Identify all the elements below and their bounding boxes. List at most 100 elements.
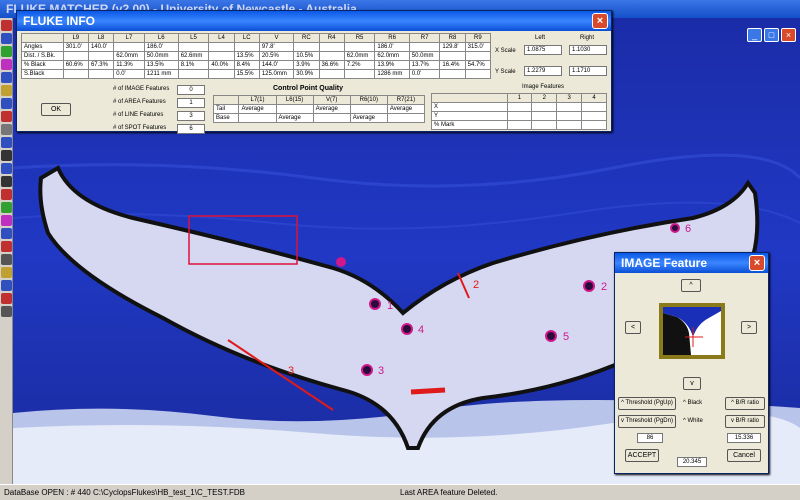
measure-cell: 36.6% — [318, 60, 345, 70]
measure-cell — [208, 51, 235, 61]
move-left-button[interactable]: < — [625, 321, 641, 334]
tool-button-1[interactable] — [1, 20, 12, 31]
tool-button-2[interactable] — [1, 33, 12, 44]
minimize-icon[interactable]: _ — [747, 28, 762, 42]
tool-button-6[interactable] — [1, 85, 12, 96]
move-down-button[interactable]: v — [683, 377, 701, 390]
tool-button-15[interactable] — [1, 202, 12, 213]
tool-button-11[interactable] — [1, 150, 12, 161]
cpq-header-0 — [212, 95, 240, 105]
measure-cell: 125.0mm — [258, 69, 295, 79]
count-label: # of SPOT Features — [113, 125, 167, 131]
threshold-value: 86 — [637, 433, 663, 443]
measure-cell — [439, 51, 466, 61]
measure-header-11: R5 — [343, 33, 376, 43]
tool-button-16[interactable] — [1, 215, 12, 226]
cpq-cell: Average — [312, 104, 351, 114]
move-up-button[interactable]: ^ — [681, 279, 701, 292]
status-message: Last AREA feature Deleted. — [400, 488, 498, 497]
measure-row: S.Black 0.0' 1211 mm 15.5% 125.0mm 30.9% 1286 … — [21, 69, 492, 79]
cpq-cell: Average — [238, 104, 277, 114]
measure-row: % Black 60.6% 67.3% 11.3% 13.5% 8.1% 40.0% 8.4%… — [21, 60, 492, 70]
cancel-button[interactable]: Cancel — [727, 449, 761, 462]
cpq-header-3: V(7) — [312, 95, 351, 105]
tool-button-22[interactable] — [1, 293, 12, 304]
measure-cell — [318, 69, 345, 79]
tool-button-14[interactable] — [1, 189, 12, 200]
count-label: # of LINE Features — [113, 112, 164, 118]
tool-button-4[interactable] — [1, 59, 12, 70]
measure-cell: % Black — [21, 60, 64, 70]
y-scale-label: Y Scale — [495, 69, 516, 75]
tool-button-12[interactable] — [1, 163, 12, 174]
fluke-info-dialog: FLUKE INFO × L9 L8 L7 L6 L5 L4 LC V RC R4 R5 R6 R7 R8… — [16, 10, 612, 134]
measure-cell: 13.7% — [408, 60, 441, 70]
cpq-cell: Average — [386, 104, 426, 114]
measure-cell — [62, 69, 89, 79]
tool-button-18[interactable] — [1, 241, 12, 252]
count-value: 1 — [177, 98, 205, 108]
br-ratio-down-button[interactable]: v B/R ratio — [725, 415, 765, 428]
white-label: ^ White — [683, 418, 703, 424]
cpq-row: Tail Average Average Average — [212, 104, 426, 114]
tool-button-17[interactable] — [1, 228, 12, 239]
measure-header-2: L8 — [87, 33, 115, 43]
tool-button-23[interactable] — [1, 306, 12, 317]
image-feature-close-icon[interactable]: × — [749, 255, 765, 271]
measure-cell: 60.6% — [62, 60, 89, 70]
measure-cell: S.Black — [21, 69, 64, 79]
tool-button-7[interactable] — [1, 98, 12, 109]
cpq-cell — [312, 113, 351, 123]
measure-cell: Angles — [21, 42, 64, 52]
tool-button-5[interactable] — [1, 72, 12, 83]
br-ratio-up-button[interactable]: ^ B/R ratio — [725, 397, 765, 410]
measure-cell — [208, 69, 235, 79]
move-right-button[interactable]: > — [741, 321, 757, 334]
y-scale-right: 1.1710 — [569, 66, 607, 76]
measure-cell: Dist. / S.Bk. — [21, 51, 64, 61]
fluke-info-close-icon[interactable]: × — [592, 13, 608, 29]
count-value: 6 — [177, 124, 205, 134]
tool-button-13[interactable] — [1, 176, 12, 187]
image-feature-cell — [506, 120, 533, 130]
measure-cell: 54.7% — [464, 60, 492, 70]
tool-button-3[interactable] — [1, 46, 12, 57]
tool-button-9[interactable] — [1, 124, 12, 135]
measure-header-12: R6 — [374, 33, 410, 43]
tool-button-19[interactable] — [1, 254, 12, 265]
spot-label-5: 5 — [563, 331, 569, 343]
image-feature-cell: % Mark — [431, 120, 508, 130]
image-feature-cell — [506, 111, 533, 121]
image-feature-title: IMAGE Feature — [621, 256, 708, 270]
image-feature-header-0 — [431, 93, 508, 103]
cpq-table: L7(1) L6(15) V(7) R6(10) R7(21) Tail Average A… — [212, 95, 426, 123]
measure-cell: 144.0' — [258, 60, 295, 70]
tool-button-20[interactable] — [1, 267, 12, 278]
measure-cell: 50.0mm — [408, 51, 441, 61]
measure-header-8: V — [258, 33, 295, 43]
measure-header-0 — [21, 33, 64, 43]
measure-cell: 13.9% — [374, 60, 410, 70]
accept-button[interactable]: ACCEPT — [625, 449, 659, 462]
tool-button-10[interactable] — [1, 137, 12, 148]
image-feature-cell — [531, 120, 558, 130]
close-icon[interactable]: × — [781, 28, 796, 42]
count-value: 3 — [177, 111, 205, 121]
measure-cell — [87, 69, 115, 79]
x-scale-left: 1.0875 — [524, 45, 562, 55]
measure-cell: 13.5% — [233, 51, 260, 61]
measure-row: Angles 301.0' 140.0' 186.0' 97.8' 186.0' 129.8… — [21, 42, 492, 52]
measure-cell: 186.0' — [374, 42, 410, 52]
ok-button[interactable]: OK — [41, 103, 71, 116]
count-label: # of AREA Features — [113, 99, 166, 105]
measure-cell: 129.8' — [439, 42, 466, 52]
threshold-down-button[interactable]: v Threshold (PgDn) — [618, 415, 676, 428]
x-scale-right: 1.1030 — [569, 45, 607, 55]
tool-button-21[interactable] — [1, 280, 12, 291]
measure-row: Dist. / S.Bk. 62.0mm 50.0mm 62.6mm 13.5% 20.5… — [21, 51, 492, 61]
threshold-up-button[interactable]: ^ Threshold (PgUp) — [618, 397, 676, 410]
tool-button-8[interactable] — [1, 111, 12, 122]
measure-cell: 315.0' — [464, 42, 492, 52]
maximize-icon[interactable]: □ — [764, 28, 779, 42]
measurements-table: L9 L8 L7 L6 L5 L4 LC V RC R4 R5 R6 R7 R8 R9 Angles 301.… — [21, 33, 492, 79]
